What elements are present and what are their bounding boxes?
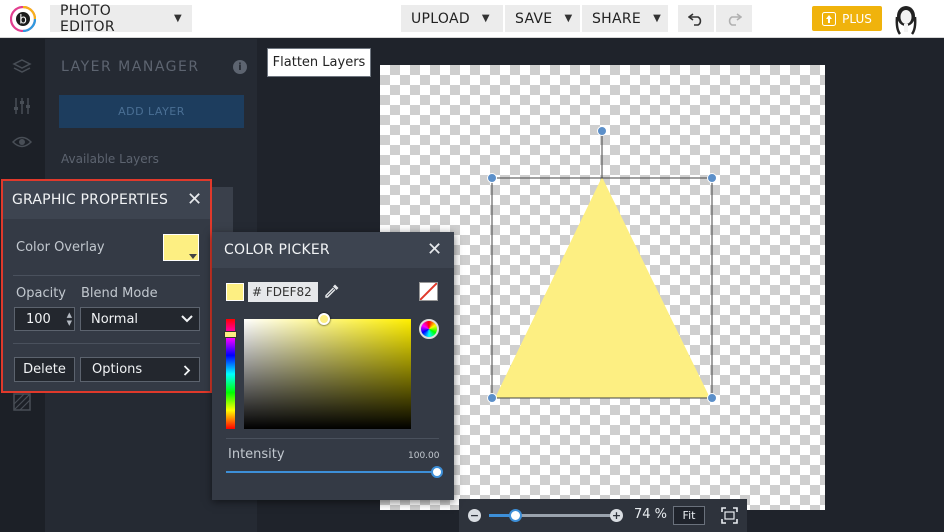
color-overlay-label: Color Overlay <box>16 240 105 255</box>
intensity-label: Intensity <box>228 447 285 462</box>
hex-color-input[interactable]: # FDEF82 <box>248 282 318 302</box>
divider <box>226 438 439 439</box>
blend-mode-value: Normal <box>91 311 139 327</box>
color-picker-panel: COLOR PICKER ✕ # FDEF82 Intensity 100.00 <box>212 232 454 500</box>
options-label: Options <box>92 362 143 377</box>
upload-button[interactable]: UPLOAD ▼ <box>401 5 503 32</box>
blend-mode-select[interactable]: Normal <box>80 307 200 331</box>
redo-icon <box>728 12 742 26</box>
save-label: SAVE <box>515 10 553 27</box>
chevron-down-icon <box>181 315 193 323</box>
zoom-percent: 74 % <box>634 507 668 522</box>
share-label: SHARE <box>592 10 642 27</box>
fit-button[interactable]: Fit <box>673 506 705 525</box>
opacity-label: Opacity <box>16 286 67 301</box>
divider <box>13 343 200 344</box>
rotate-handle[interactable] <box>597 126 607 136</box>
texture-icon[interactable] <box>12 392 32 412</box>
resize-handle-bottom-right[interactable] <box>707 393 717 403</box>
zoom-slider-handle[interactable] <box>509 509 522 522</box>
saturation-value-area[interactable] <box>244 319 411 429</box>
resize-handle-top-left[interactable] <box>487 173 497 183</box>
current-color-swatch <box>226 283 244 301</box>
chevron-down-icon: ▼ <box>564 13 573 24</box>
upload-label: UPLOAD <box>411 10 470 27</box>
chevron-down-icon: ▼ <box>174 13 182 24</box>
layers-icon[interactable] <box>12 57 32 77</box>
close-icon[interactable]: ✕ <box>187 189 202 210</box>
no-color-icon[interactable] <box>419 282 438 301</box>
plus-label: PLUS <box>842 11 872 26</box>
layer-manager-title: LAYER MANAGER <box>61 59 200 75</box>
app-logo-icon[interactable]: b <box>10 6 36 32</box>
selected-graphic[interactable] <box>480 120 725 412</box>
adjustments-icon[interactable] <box>12 96 32 116</box>
zoom-out-icon[interactable]: − <box>468 509 481 522</box>
eye-icon[interactable] <box>12 132 32 152</box>
chevron-right-icon <box>183 365 191 376</box>
flatten-layers-button[interactable]: Flatten Layers <box>267 48 371 77</box>
resize-handle-bottom-left[interactable] <box>487 393 497 403</box>
redo-button[interactable] <box>716 5 752 32</box>
delete-button[interactable]: Delete <box>14 357 75 382</box>
upgrade-icon <box>822 11 837 26</box>
options-button[interactable]: Options <box>80 357 200 382</box>
zoom-bar: − + 74 % Fit <box>459 499 747 532</box>
saturation-value-handle[interactable] <box>318 313 330 325</box>
color-overlay-swatch[interactable] <box>163 234 199 261</box>
graphic-properties-panel: GRAPHIC PROPERTIES ✕ Color Overlay Opaci… <box>1 179 212 393</box>
opacity-value: 100 <box>26 311 51 327</box>
color-wheel-icon[interactable] <box>419 319 439 339</box>
caret-down-icon <box>189 254 197 259</box>
stepper-arrows-icon[interactable]: ▲ ▼ <box>67 311 72 327</box>
graphic-properties-header[interactable]: GRAPHIC PROPERTIES ✕ <box>3 181 210 219</box>
intensity-slider-track[interactable] <box>226 471 437 473</box>
resize-handle-top-right[interactable] <box>707 173 717 183</box>
color-picker-title: COLOR PICKER <box>224 242 330 258</box>
zoom-in-icon[interactable]: + <box>610 509 623 522</box>
fullscreen-icon[interactable] <box>721 507 738 524</box>
chevron-down-icon: ▼ <box>653 13 662 24</box>
undo-button[interactable] <box>678 5 714 32</box>
svg-text:b: b <box>19 13 27 27</box>
available-layers-heading: Available Layers <box>61 152 159 166</box>
app-menu-dropdown[interactable]: PHOTO EDITOR ▼ <box>50 2 192 35</box>
eyedropper-icon[interactable] <box>324 283 340 299</box>
user-avatar[interactable] <box>893 5 919 35</box>
triangle-shape[interactable] <box>495 177 710 398</box>
top-toolbar: b PHOTO EDITOR ▼ UPLOAD ▼ SAVE ▼ SHARE ▼… <box>0 0 944 38</box>
blend-mode-label: Blend Mode <box>81 286 158 301</box>
chevron-down-icon: ▼ <box>481 13 490 24</box>
color-picker-header[interactable]: COLOR PICKER ✕ <box>212 232 454 268</box>
app-menu-label: PHOTO EDITOR <box>60 2 115 35</box>
opacity-stepper[interactable]: 100 ▲ ▼ <box>14 307 75 331</box>
info-icon[interactable]: i <box>233 60 247 74</box>
slash-icon <box>420 283 437 300</box>
intensity-slider-handle[interactable] <box>431 466 443 478</box>
undo-icon <box>688 12 702 26</box>
graphic-properties-title: GRAPHIC PROPERTIES <box>12 192 169 208</box>
divider <box>13 275 200 276</box>
share-button[interactable]: SHARE ▼ <box>582 5 668 32</box>
intensity-value: 100.00 <box>408 451 440 461</box>
close-icon[interactable]: ✕ <box>427 239 442 260</box>
delete-label: Delete <box>23 362 66 377</box>
hue-slider-handle[interactable] <box>224 331 237 338</box>
save-button[interactable]: SAVE ▼ <box>505 5 580 32</box>
plus-upgrade-button[interactable]: PLUS <box>812 6 882 31</box>
add-layer-button[interactable]: ADD LAYER <box>59 95 244 128</box>
